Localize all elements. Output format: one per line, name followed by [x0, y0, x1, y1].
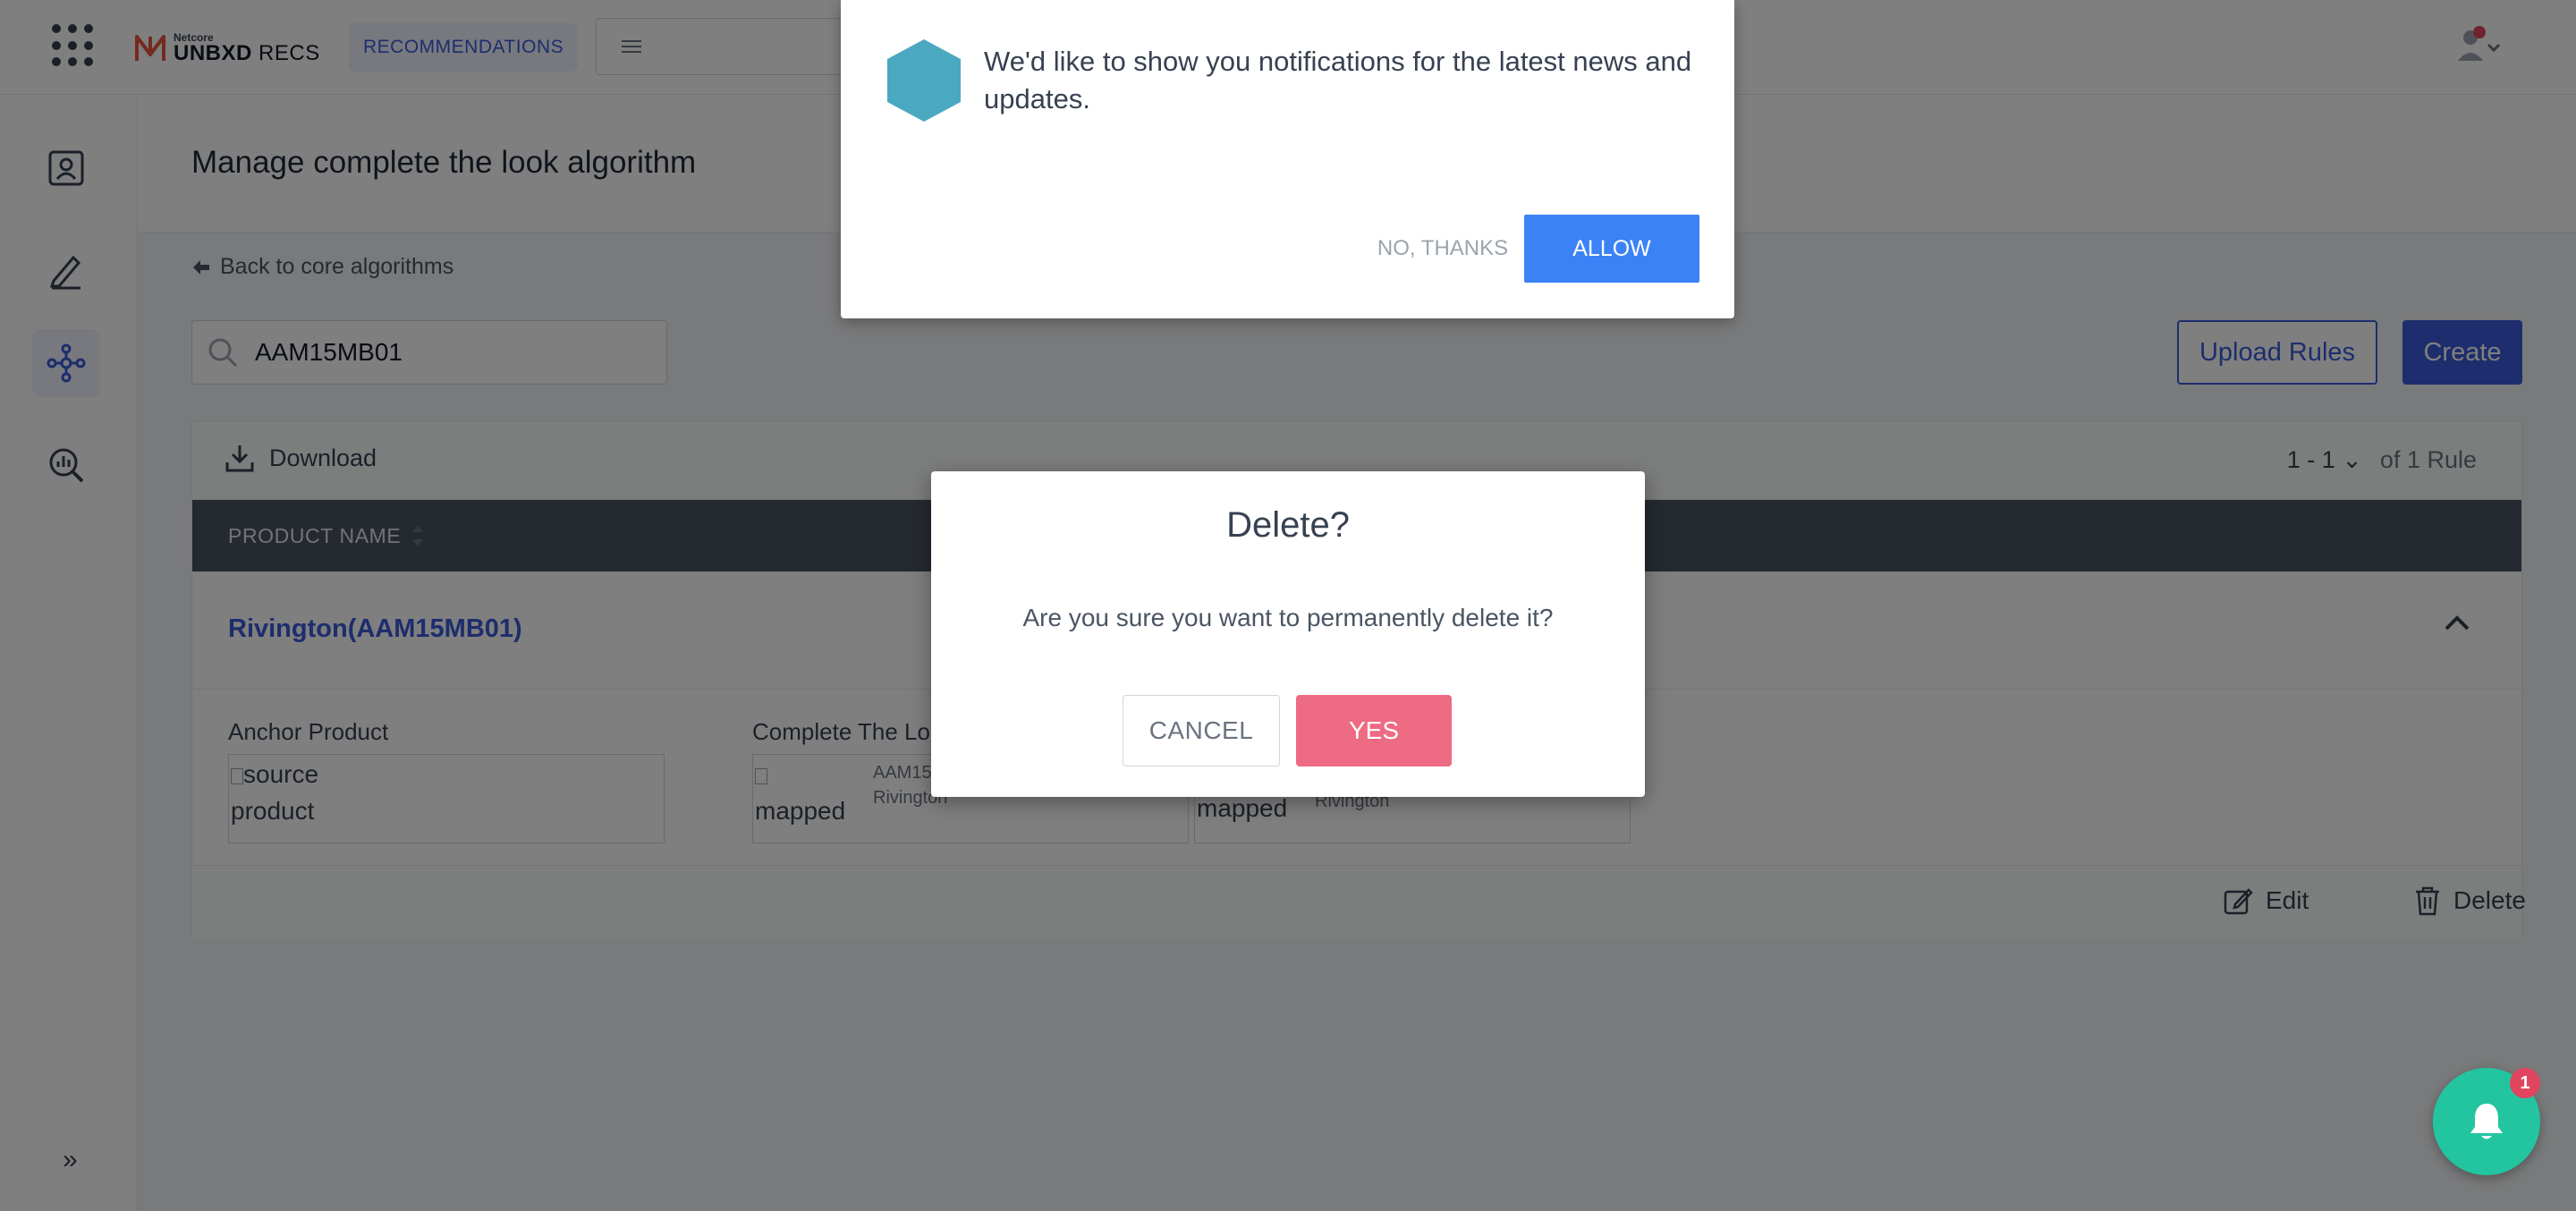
hexagon-logo-icon: [887, 39, 961, 122]
yes-button[interactable]: YES: [1296, 695, 1452, 766]
notification-count-badge: 1: [2510, 1068, 2540, 1098]
notification-bell-button[interactable]: 1: [2433, 1068, 2540, 1175]
dialog-title: Delete?: [1226, 505, 1350, 545]
dialog-message: Are you sure you want to permanently del…: [1022, 604, 1554, 631]
cancel-button[interactable]: CANCEL: [1123, 695, 1280, 766]
allow-button[interactable]: ALLOW: [1524, 215, 1699, 283]
notification-prompt: We'd like to show you notifications for …: [841, 0, 1734, 318]
bell-icon: [2470, 1104, 2503, 1139]
no-thanks-button[interactable]: NO, THANKS: [1370, 215, 1515, 283]
notification-message: We'd like to show you notifications for …: [984, 46, 1692, 114]
delete-dialog: Delete? Are you sure you want to permane…: [931, 471, 1645, 797]
